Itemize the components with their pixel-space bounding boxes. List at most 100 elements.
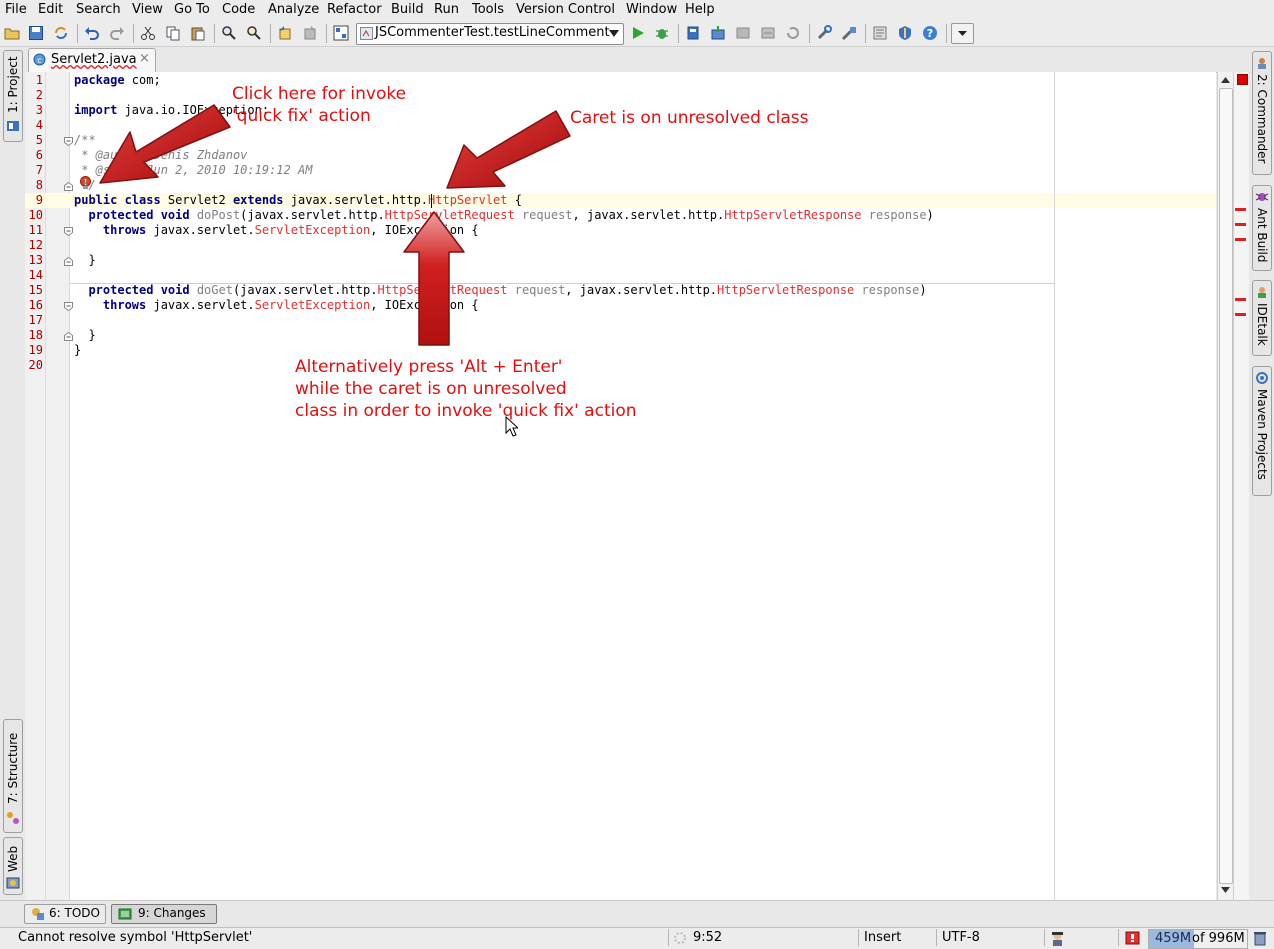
fold-marker-icon[interactable] <box>64 227 73 236</box>
editor-vertical-scrollbar[interactable] <box>1217 72 1233 900</box>
scroll-down-icon[interactable] <box>1221 887 1230 894</box>
editor-tab-servlet2[interactable]: c Servlet2.java × <box>28 48 156 72</box>
inspector-icon[interactable] <box>1049 930 1066 946</box>
vcs-commit-icon[interactable] <box>760 25 776 41</box>
ant-build-tool-label: Ant Build <box>1255 208 1269 263</box>
close-icon[interactable]: × <box>139 51 150 66</box>
memory-indicator[interactable]: 459M of 996M <box>1148 929 1248 949</box>
menu-goto[interactable]: Go To <box>174 2 210 17</box>
idetalk-tool-tab[interactable]: IDEtalk <box>1252 280 1272 356</box>
menu-help[interactable]: Help <box>685 2 715 17</box>
line-number: 2 <box>35 88 43 102</box>
ant-build-tool-tab[interactable]: Ant Build <box>1252 185 1272 271</box>
inspection-icon[interactable] <box>897 25 913 41</box>
commander-icon <box>1258 58 1266 69</box>
copy-icon[interactable] <box>165 25 181 41</box>
menu-file[interactable]: File <box>5 2 27 17</box>
deploy-icon[interactable] <box>710 25 726 41</box>
vcs-update-icon[interactable] <box>735 25 751 41</box>
menu-search[interactable]: Search <box>76 2 121 17</box>
menu-refactor[interactable]: Refactor <box>327 2 382 17</box>
debug-icon[interactable] <box>654 25 670 41</box>
error-mark[interactable] <box>1235 208 1246 211</box>
project-tool-tab[interactable]: 1: Project <box>3 50 23 142</box>
unresolved-class[interactable]: HttpServletRequest <box>385 208 515 222</box>
garbage-collect-icon[interactable] <box>1253 930 1267 946</box>
menu-code[interactable]: Code <box>222 2 255 17</box>
find-icon[interactable] <box>221 25 237 41</box>
menu-window[interactable]: Window <box>626 2 677 17</box>
maven-projects-tool-tab[interactable]: Maven Projects <box>1252 366 1272 496</box>
menu-version-control[interactable]: Version Control <box>516 2 615 17</box>
file-encoding[interactable]: UTF-8 <box>942 930 980 945</box>
code-line-10: protected void doPost(javax.servlet.http… <box>74 208 933 222</box>
menu-build[interactable]: Build <box>391 2 424 17</box>
todo-tool-tab[interactable]: 6: TODO <box>24 904 106 924</box>
settings-icon[interactable] <box>816 25 832 41</box>
help-icon[interactable]: ? <box>922 25 938 41</box>
replace-icon[interactable] <box>246 25 262 41</box>
menu-edit[interactable]: Edit <box>38 2 63 17</box>
web-tool-tab[interactable]: Web <box>3 837 23 895</box>
run-configuration-select[interactable]: JSCommenterTest.testLineComment <box>356 23 624 45</box>
menu-run[interactable]: Run <box>434 2 459 17</box>
error-mark[interactable] <box>1235 298 1246 301</box>
back-icon[interactable] <box>277 25 293 41</box>
forward-icon[interactable] <box>302 25 318 41</box>
undo-icon[interactable] <box>84 25 100 41</box>
menu-view[interactable]: View <box>132 2 163 17</box>
code-text: javax.servlet.http. <box>283 193 429 207</box>
error-status-indicator[interactable] <box>1237 74 1248 85</box>
commander-tool-tab[interactable]: 2: Commander <box>1252 51 1272 175</box>
keyword: import <box>74 103 118 117</box>
line-number: 18 <box>28 328 43 342</box>
code-line-8: */ <box>74 178 96 192</box>
scroll-thumb[interactable] <box>1219 88 1233 884</box>
vcs-revert-icon[interactable] <box>785 25 801 41</box>
annotation-alt-enter: Alternatively press 'Alt + Enter' while … <box>295 356 637 422</box>
fold-marker-icon[interactable] <box>64 302 73 311</box>
code-text: (javax.servlet.http. <box>232 283 378 297</box>
synchronize-icon[interactable] <box>53 25 69 41</box>
error-mark[interactable] <box>1235 238 1246 241</box>
make-project-icon[interactable] <box>685 25 701 41</box>
plugins-icon[interactable] <box>841 25 857 41</box>
fold-marker-icon[interactable] <box>64 257 73 266</box>
menu-tools[interactable]: Tools <box>472 2 504 17</box>
code-line-9: public class Servlet2 extends javax.serv… <box>74 193 522 207</box>
structure-tool-tab[interactable]: 7: Structure <box>3 719 23 833</box>
todo-tool-label: 6: TODO <box>49 906 100 920</box>
unresolved-class[interactable]: ServletException <box>255 223 371 237</box>
redo-icon[interactable] <box>109 25 125 41</box>
method-name: doGet <box>189 283 233 297</box>
scroll-up-icon[interactable] <box>1221 76 1230 83</box>
error-mark[interactable] <box>1235 313 1246 316</box>
fold-marker-icon[interactable] <box>64 182 73 191</box>
unresolved-class[interactable]: ServletException <box>255 298 371 312</box>
unresolved-class[interactable]: HttpServletRequest <box>377 283 507 297</box>
run-configuration-label: JSCommenterTest.testLineComment <box>375 25 610 40</box>
fold-marker-icon[interactable] <box>64 332 73 341</box>
caret-position[interactable]: 9:52 <box>693 930 722 945</box>
fold-marker-icon[interactable] <box>64 137 73 146</box>
toolbar-overflow-button[interactable] <box>951 23 974 44</box>
error-mark[interactable] <box>1235 223 1246 226</box>
save-icon[interactable] <box>28 25 44 41</box>
open-folder-icon[interactable] <box>4 25 20 41</box>
editor-tab-label: Servlet2.java <box>51 52 137 67</box>
unresolved-class[interactable]: HttpServlet <box>428 193 507 207</box>
paste-icon[interactable] <box>190 25 206 41</box>
menu-analyze[interactable]: Analyze <box>268 2 319 17</box>
cut-icon[interactable] <box>140 25 156 41</box>
insert-mode[interactable]: Insert <box>864 930 901 945</box>
project-structure-icon[interactable] <box>333 25 349 41</box>
annotation-line: class in order to invoke 'quick fix' act… <box>295 401 637 421</box>
unresolved-class[interactable]: HttpServletResponse <box>717 283 854 297</box>
event-log-icon[interactable] <box>1125 931 1140 945</box>
class-name: Servlet2 <box>160 193 233 207</box>
toolbar-separator <box>809 24 810 43</box>
run-icon[interactable] <box>630 25 646 41</box>
javadoc-icon[interactable] <box>872 25 888 41</box>
unresolved-class[interactable]: HttpServletResponse <box>724 208 861 222</box>
changes-tool-tab[interactable]: 9: Changes <box>111 904 217 924</box>
